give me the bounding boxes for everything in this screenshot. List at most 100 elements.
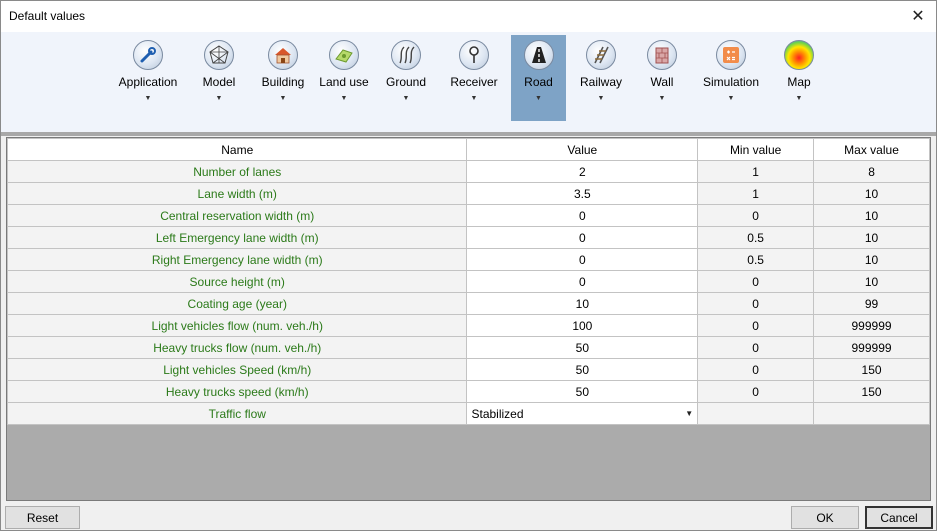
- row-value-cell[interactable]: 2: [466, 160, 699, 183]
- row-value-cell[interactable]: 10: [466, 292, 699, 315]
- row-min: 0: [697, 314, 815, 337]
- dialog-window: Default values ✕ Application ▼ Model ▼ B…: [0, 0, 937, 531]
- row-name: Traffic flow: [6, 402, 468, 425]
- road-icon: [523, 40, 554, 70]
- wall-icon: [647, 40, 677, 70]
- ribbon-item-land-use[interactable]: Land use ▼: [315, 35, 373, 121]
- row-max: 999999: [813, 336, 930, 359]
- ribbon-item-model[interactable]: Model ▼: [191, 35, 247, 121]
- ribbon-item-label: Wall: [650, 75, 674, 89]
- window-title: Default values: [9, 9, 86, 23]
- ribbon-item-railway[interactable]: Railway ▼: [573, 35, 629, 121]
- row-max: 10: [813, 226, 930, 249]
- ribbon-item-simulation[interactable]: Simulation ▼: [699, 35, 763, 121]
- traffic-flow-value: Stabilized: [471, 406, 524, 421]
- ribbon-item-application[interactable]: Application ▼: [114, 35, 182, 121]
- ribbon-item-road[interactable]: Road ▼: [511, 35, 566, 121]
- railway-icon: [586, 40, 616, 70]
- row-value-cell[interactable]: 0: [466, 226, 699, 249]
- ribbon-item-ground[interactable]: Ground ▼: [379, 35, 433, 121]
- chevron-down-icon: ▼: [535, 95, 542, 102]
- ribbon-item-label: Simulation: [702, 75, 760, 89]
- heatmap-icon: [784, 40, 814, 70]
- row-max: 10: [813, 248, 930, 271]
- row-name: Left Emergency lane width (m): [6, 226, 468, 249]
- properties-grid: Name Value Min value Max value Number of…: [6, 137, 931, 501]
- ribbon-item-label: Model: [202, 75, 236, 89]
- row-max: 99: [813, 292, 930, 315]
- close-icon[interactable]: ✕: [904, 3, 932, 29]
- row-max: 150: [813, 380, 930, 403]
- row-name: Lane width (m): [6, 182, 468, 205]
- table-row: Left Emergency lane width (m) 0 0.5 10: [6, 226, 930, 249]
- column-header-name[interactable]: Name: [6, 138, 468, 161]
- chevron-down-icon: ▼: [340, 95, 348, 102]
- calculator-icon: [716, 40, 746, 70]
- row-value-cell[interactable]: 0: [466, 270, 699, 293]
- ribbon-item-label: Map: [787, 75, 811, 89]
- table-row: Right Emergency lane width (m) 0 0.5 10: [6, 248, 930, 271]
- table-row: Central reservation width (m) 0 0 10: [6, 204, 930, 227]
- row-min: [697, 402, 815, 425]
- column-header-value[interactable]: Value: [466, 138, 699, 161]
- row-min: 0: [697, 336, 815, 359]
- chevron-down-icon: ▼: [727, 95, 735, 102]
- row-max: 10: [813, 270, 930, 293]
- row-name: Number of lanes: [6, 160, 468, 183]
- ribbon-item-label: Railway: [579, 75, 622, 89]
- header-row: Name Value Min value Max value: [6, 138, 930, 161]
- row-value-cell[interactable]: 50: [466, 336, 699, 359]
- row-value-cell[interactable]: 3.5: [466, 182, 699, 205]
- row-min: 0.5: [697, 248, 815, 271]
- row-max: 999999: [813, 314, 930, 337]
- row-min: 0: [697, 358, 815, 381]
- ground-icon: [391, 40, 421, 70]
- ribbon-item-label: Application: [118, 75, 178, 89]
- ribbon-item-map[interactable]: Map ▼: [773, 35, 825, 121]
- cancel-button[interactable]: Cancel: [865, 506, 933, 529]
- ribbon-divider: [1, 132, 936, 136]
- table-row: Heavy trucks speed (km/h) 50 0 150: [6, 380, 930, 403]
- row-min: 0: [697, 292, 815, 315]
- row-name: Right Emergency lane width (m): [6, 248, 468, 271]
- chevron-down-icon: ▼: [795, 95, 803, 102]
- column-header-max[interactable]: Max value: [813, 138, 930, 161]
- row-max: 10: [813, 204, 930, 227]
- row-name: Source height (m): [6, 270, 468, 293]
- wrench-icon: [133, 40, 163, 70]
- category-ribbon: Application ▼ Model ▼ Building ▼ Land us…: [1, 32, 936, 132]
- row-max: 150: [813, 358, 930, 381]
- row-max: [813, 402, 930, 425]
- chevron-down-icon: ▼: [402, 95, 410, 102]
- row-value-cell[interactable]: 100: [466, 314, 699, 337]
- table-row: Heavy trucks flow (num. veh./h) 50 0 999…: [6, 336, 930, 359]
- chevron-down-icon: ▼: [597, 95, 605, 102]
- ribbon-item-building[interactable]: Building ▼: [255, 35, 311, 121]
- chevron-down-icon: ▼: [470, 95, 478, 102]
- row-min: 1: [697, 182, 815, 205]
- row-value-cell[interactable]: 0: [466, 204, 699, 227]
- ok-button[interactable]: OK: [791, 506, 859, 529]
- title-bar: Default values ✕: [1, 1, 936, 32]
- row-min: 1: [697, 160, 815, 183]
- ribbon-item-receiver[interactable]: Receiver ▼: [445, 35, 503, 121]
- row-min: 0: [697, 204, 815, 227]
- row-min: 0: [697, 380, 815, 403]
- ribbon-item-label: Road: [524, 75, 553, 89]
- ribbon-item-label: Building: [261, 75, 305, 89]
- row-name: Central reservation width (m): [6, 204, 468, 227]
- table-row: Lane width (m) 3.5 1 10: [6, 182, 930, 205]
- row-value-cell[interactable]: 50: [466, 358, 699, 381]
- row-value-cell[interactable]: 50: [466, 380, 699, 403]
- row-name: Light vehicles Speed (km/h): [6, 358, 468, 381]
- table-row: Light vehicles flow (num. veh./h) 100 0 …: [6, 314, 930, 337]
- column-header-min[interactable]: Min value: [697, 138, 815, 161]
- reset-button[interactable]: Reset: [5, 506, 80, 529]
- ribbon-item-wall[interactable]: Wall ▼: [637, 35, 687, 121]
- ribbon-item-label: Receiver: [450, 75, 498, 89]
- traffic-flow-select[interactable]: Stabilized ▼: [466, 402, 699, 425]
- chevron-down-icon[interactable]: ▼: [685, 409, 693, 418]
- table-row: Number of lanes 2 1 8: [6, 160, 930, 183]
- row-min: 0: [697, 270, 815, 293]
- row-value-cell[interactable]: 0: [466, 248, 699, 271]
